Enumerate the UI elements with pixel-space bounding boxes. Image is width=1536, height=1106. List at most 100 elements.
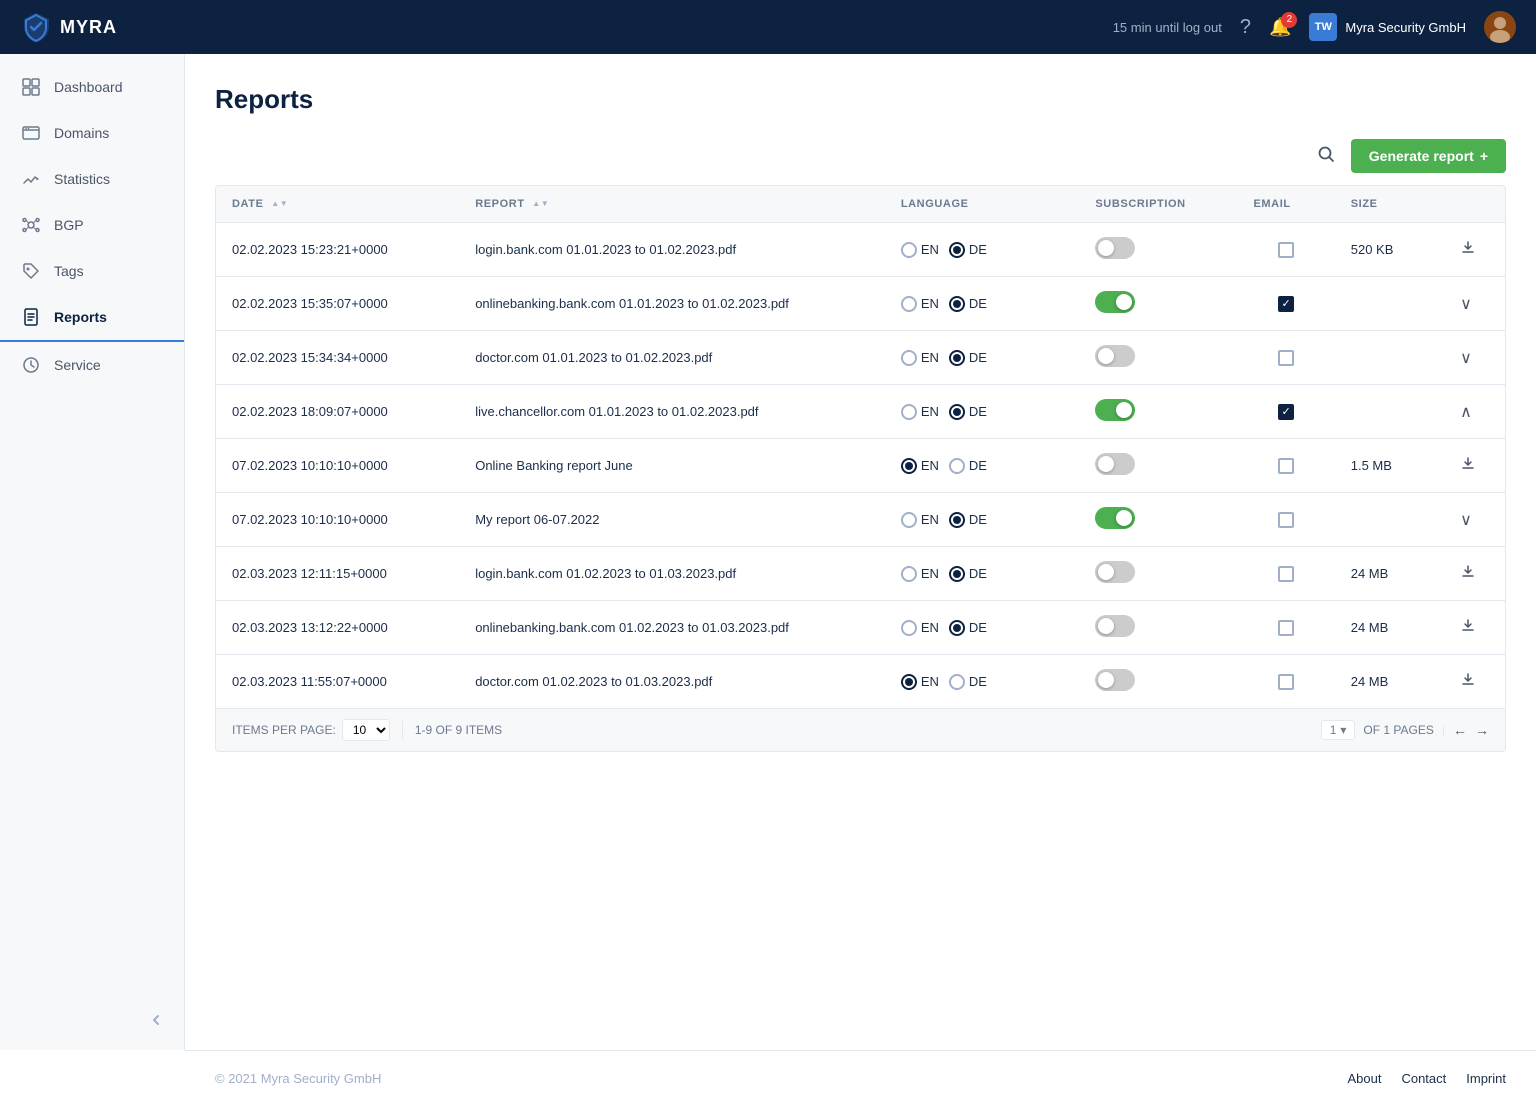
cell-action: ∨ <box>1444 331 1505 385</box>
download-button[interactable] <box>1460 671 1476 692</box>
search-button[interactable] <box>1313 141 1339 172</box>
col-header-report[interactable]: REPORT ▲▼ <box>459 186 885 223</box>
subscription-toggle[interactable] <box>1095 669 1135 691</box>
sidebar-collapse-button[interactable] <box>0 1000 184 1040</box>
sidebar-item-dashboard[interactable]: Dashboard <box>0 64 184 110</box>
cell-report: live.chancellor.com 01.01.2023 to 01.02.… <box>459 385 885 439</box>
subscription-toggle[interactable] <box>1095 453 1135 475</box>
lang-en-radio[interactable]: EN <box>901 404 939 420</box>
email-checkbox[interactable] <box>1278 242 1294 258</box>
email-checkbox[interactable] <box>1278 674 1294 690</box>
sidebar-item-service[interactable]: Service <box>0 342 184 388</box>
lang-de-radio[interactable]: DE <box>949 458 987 474</box>
lang-en-radio[interactable]: EN <box>901 350 939 366</box>
notifications-icon[interactable]: 🔔 2 <box>1269 17 1291 38</box>
lang-de-radio[interactable]: DE <box>949 350 987 366</box>
cell-email <box>1237 493 1334 547</box>
col-header-action <box>1444 186 1505 223</box>
email-checkbox[interactable] <box>1278 566 1294 582</box>
subscription-toggle[interactable] <box>1095 345 1135 367</box>
next-page-button[interactable]: → <box>1475 722 1489 738</box>
col-header-date[interactable]: DATE ▲▼ <box>216 186 459 223</box>
cell-language: EN DE <box>885 277 1080 331</box>
items-per-page-select[interactable]: 10 25 50 <box>342 719 390 741</box>
org-info[interactable]: TW Myra Security GmbH <box>1309 13 1466 41</box>
expand-button[interactable]: ∨ <box>1460 294 1472 314</box>
subscription-toggle[interactable] <box>1095 615 1135 637</box>
lang-en-radio[interactable]: EN <box>901 620 939 636</box>
email-checkbox-wrap <box>1253 350 1318 366</box>
items-per-page-label: ITEMS PER PAGE: <box>232 723 336 737</box>
cell-language: EN DE <box>885 385 1080 439</box>
generate-report-button[interactable]: Generate report + <box>1351 139 1506 173</box>
help-icon[interactable]: ? <box>1240 16 1251 39</box>
expand-button[interactable]: ∨ <box>1460 510 1472 530</box>
cell-subscription[interactable] <box>1079 601 1237 655</box>
sidebar-item-bgp[interactable]: BGP <box>0 202 184 248</box>
email-checkbox[interactable] <box>1278 620 1294 636</box>
cell-subscription[interactable] <box>1079 223 1237 277</box>
lang-de-radio[interactable]: DE <box>949 674 987 690</box>
expand-button[interactable]: ∨ <box>1460 348 1472 368</box>
cell-email <box>1237 331 1334 385</box>
sidebar-label-bgp: BGP <box>54 217 84 233</box>
email-checkbox[interactable]: ✓ <box>1278 296 1294 312</box>
lang-en-radio[interactable]: EN <box>901 566 939 582</box>
cell-subscription[interactable] <box>1079 439 1237 493</box>
cell-subscription[interactable] <box>1079 331 1237 385</box>
prev-page-button[interactable]: ← <box>1453 722 1467 738</box>
lang-en-radio[interactable]: EN <box>901 458 939 474</box>
cell-email <box>1237 223 1334 277</box>
cell-size <box>1335 385 1444 439</box>
sidebar-item-reports[interactable]: Reports <box>0 294 184 342</box>
lang-de-radio[interactable]: DE <box>949 242 987 258</box>
sidebar-item-domains[interactable]: Domains <box>0 110 184 156</box>
lang-de-radio[interactable]: DE <box>949 296 987 312</box>
email-checkbox[interactable] <box>1278 350 1294 366</box>
lang-de-radio[interactable]: DE <box>949 404 987 420</box>
lang-en-radio[interactable]: EN <box>901 296 939 312</box>
subscription-toggle[interactable] <box>1095 507 1135 529</box>
email-checkbox[interactable] <box>1278 512 1294 528</box>
logo[interactable]: MYRA <box>20 11 117 43</box>
cell-email <box>1237 601 1334 655</box>
topnav-right: 15 min until log out ? 🔔 2 TW Myra Secur… <box>1113 11 1516 43</box>
subscription-toggle[interactable] <box>1095 561 1135 583</box>
lang-en-radio[interactable]: EN <box>901 242 939 258</box>
cell-subscription[interactable] <box>1079 385 1237 439</box>
notification-badge: 2 <box>1281 12 1297 28</box>
cell-subscription[interactable] <box>1079 493 1237 547</box>
page-select[interactable]: 1 ▾ <box>1321 720 1356 740</box>
sidebar-item-tags[interactable]: Tags <box>0 248 184 294</box>
chevron-down-icon: ▾ <box>1340 723 1346 737</box>
lang-de-radio[interactable]: DE <box>949 620 987 636</box>
cell-email <box>1237 547 1334 601</box>
footer-imprint-link[interactable]: Imprint <box>1466 1071 1506 1086</box>
footer-contact-link[interactable]: Contact <box>1401 1071 1446 1086</box>
table-row: 07.02.2023 10:10:10+0000My report 06-07.… <box>216 493 1505 547</box>
cell-subscription[interactable] <box>1079 277 1237 331</box>
cell-subscription[interactable] <box>1079 547 1237 601</box>
lang-en-radio[interactable]: EN <box>901 674 939 690</box>
subscription-toggle[interactable] <box>1095 291 1135 313</box>
radio-de-circle <box>949 674 965 690</box>
expand-button[interactable]: ∧ <box>1460 402 1472 422</box>
lang-en-radio[interactable]: EN <box>901 512 939 528</box>
download-button[interactable] <box>1460 617 1476 638</box>
email-checkbox[interactable] <box>1278 458 1294 474</box>
nav-sep: | <box>1442 723 1445 737</box>
cell-subscription[interactable] <box>1079 655 1237 709</box>
cell-date: 07.02.2023 10:10:10+0000 <box>216 439 459 493</box>
footer-about-link[interactable]: About <box>1347 1071 1381 1086</box>
download-button[interactable] <box>1460 455 1476 476</box>
cell-action <box>1444 439 1505 493</box>
lang-de-radio[interactable]: DE <box>949 566 987 582</box>
user-avatar[interactable] <box>1484 11 1516 43</box>
lang-de-radio[interactable]: DE <box>949 512 987 528</box>
sidebar-item-statistics[interactable]: Statistics <box>0 156 184 202</box>
email-checkbox[interactable]: ✓ <box>1278 404 1294 420</box>
download-button[interactable] <box>1460 239 1476 260</box>
subscription-toggle[interactable] <box>1095 237 1135 259</box>
download-button[interactable] <box>1460 563 1476 584</box>
subscription-toggle[interactable] <box>1095 399 1135 421</box>
